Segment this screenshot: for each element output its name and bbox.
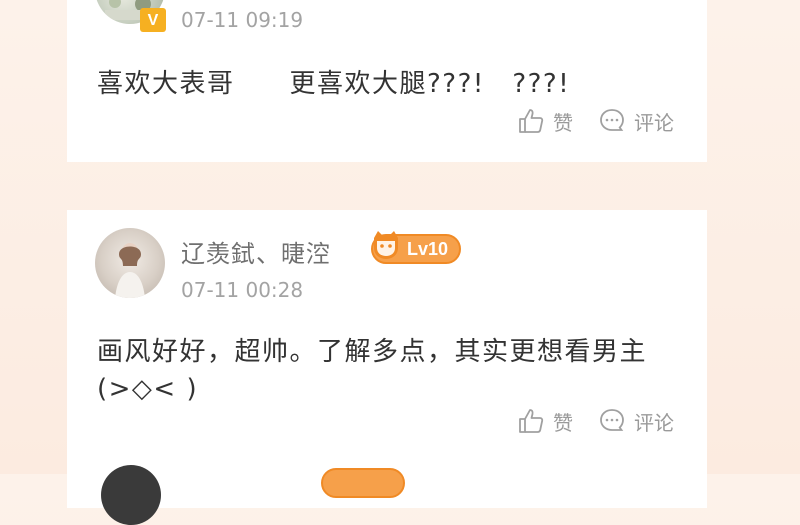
thumbs-up-icon bbox=[517, 407, 545, 435]
like-label: 赞 bbox=[553, 110, 573, 135]
like-button[interactable]: 赞 bbox=[517, 106, 573, 136]
comment-time: 07-11 09:19 bbox=[181, 8, 304, 32]
comment-content: 画风好好，超帅。了解多点，其实更想看男主(>◇< ) bbox=[97, 337, 648, 404]
comment-button[interactable]: 评论 bbox=[598, 106, 674, 136]
username[interactable]: 辽羡鉽、㫸涳 bbox=[181, 234, 331, 269]
like-label: 赞 bbox=[553, 410, 573, 435]
comment-label: 评论 bbox=[634, 410, 674, 435]
avatar[interactable] bbox=[95, 228, 165, 298]
comment-label: 评论 bbox=[634, 110, 674, 135]
like-button[interactable]: 赞 bbox=[517, 406, 573, 436]
comment-card: 辽羡鉽、㫸涳 Lv10 07-11 00:28 画风好好，超帅。了解多点，其实更… bbox=[67, 210, 707, 450]
level-badge bbox=[321, 468, 405, 498]
comment-button[interactable]: 评论 bbox=[598, 406, 674, 436]
comment-bubble-icon bbox=[598, 407, 626, 435]
thumbs-up-icon bbox=[517, 107, 545, 135]
level-label: Lv10 bbox=[407, 238, 449, 259]
comment-card bbox=[67, 448, 707, 525]
comment-card: V 07-11 09:19 喜欢大表哥 更喜欢大腿???! ???! 赞 评论 bbox=[67, 0, 707, 162]
avatar[interactable] bbox=[101, 465, 161, 525]
comment-bubble-icon bbox=[598, 107, 626, 135]
comment-content: 喜欢大表哥 更喜欢大腿???! ???! bbox=[97, 69, 571, 99]
comment-time: 07-11 00:28 bbox=[181, 278, 304, 302]
level-cat-icon bbox=[369, 228, 403, 262]
level-badge: Lv10 bbox=[371, 231, 461, 264]
vip-crown-icon: V bbox=[140, 8, 166, 32]
